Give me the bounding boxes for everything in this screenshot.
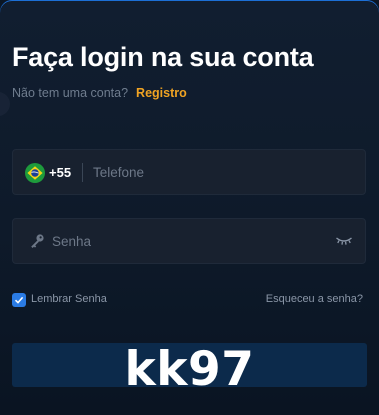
password-field[interactable] — [12, 218, 366, 264]
register-prompt: Não tem uma conta? Registro — [12, 86, 187, 100]
key-icon — [31, 234, 44, 248]
login-panel: Faça login na sua conta Não tem uma cont… — [0, 0, 379, 415]
remember-label[interactable]: Lembrar Senha — [31, 293, 107, 305]
no-account-text: Não tem uma conta? — [12, 86, 129, 100]
register-link[interactable]: Registro — [136, 86, 187, 100]
side-handle[interactable] — [0, 92, 10, 116]
brazil-flag-icon[interactable] — [25, 163, 45, 183]
phone-input[interactable] — [93, 150, 353, 194]
password-input[interactable] — [52, 219, 332, 263]
page-title: Faça login na sua conta — [12, 42, 314, 72]
eye-closed-icon[interactable] — [335, 234, 353, 248]
field-divider — [82, 163, 83, 182]
phone-field[interactable]: +55 — [12, 149, 366, 195]
watermark: kk97 — [124, 342, 255, 397]
dial-code[interactable]: +55 — [49, 165, 71, 180]
forgot-password-link[interactable]: Esqueceu a senha? — [266, 293, 363, 305]
checkbox-checked-icon[interactable] — [12, 293, 26, 307]
